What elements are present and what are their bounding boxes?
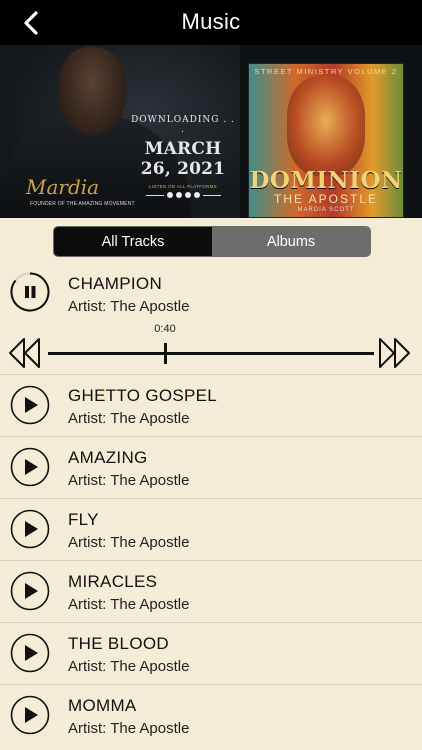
album-artist: THE APOSTLE	[273, 192, 379, 206]
apple-icon	[166, 192, 173, 198]
track-artist: Artist: The Apostle	[68, 658, 190, 675]
platform-icons	[128, 192, 238, 198]
now-playing-title: CHAMPION	[68, 274, 163, 293]
album-credit: MARDIA SCOTT	[297, 207, 355, 213]
play-icon[interactable]	[10, 571, 50, 611]
fast-forward-icon[interactable]	[376, 336, 412, 370]
track-title: GHETTO GOSPEL	[68, 386, 218, 405]
track-artist: Artist: The Apostle	[68, 596, 190, 613]
page-title: Music	[181, 9, 241, 34]
play-icon[interactable]	[10, 509, 50, 549]
track-title: AMAZING	[68, 448, 148, 467]
now-playing-artist: Artist: The Apostle	[68, 298, 190, 315]
release-date: MARCH 26, 2021	[140, 139, 226, 179]
promo-banner: Mardia FOUNDER OF THE AMAZING MOVEMENT D…	[0, 45, 422, 218]
track-row[interactable]: AMAZING Artist: The Apostle	[0, 436, 422, 498]
progress-bar[interactable]	[48, 352, 374, 355]
play-icon[interactable]	[10, 633, 50, 673]
tab-all-tracks[interactable]: All Tracks	[54, 227, 212, 256]
track-title: MIRACLES	[68, 572, 158, 591]
spotify-icon	[175, 192, 182, 198]
progress-thumb[interactable]	[164, 343, 168, 364]
track-artist: Artist: The Apostle	[68, 720, 190, 737]
track-title: MOMMA	[68, 696, 137, 715]
track-row[interactable]: GHETTO GOSPEL Artist: The Apostle	[0, 374, 422, 436]
track-title: FLY	[68, 510, 99, 529]
track-list: GHETTO GOSPEL Artist: The Apostle AMAZING A…	[0, 374, 422, 746]
track-title: THE BLOOD	[68, 634, 169, 653]
play-icon[interactable]	[10, 385, 50, 425]
founder-caption: FOUNDER OF THE AMAZING MOVEMENT	[30, 201, 135, 207]
soundcloud-icon	[184, 192, 191, 198]
play-icon[interactable]	[10, 447, 50, 487]
track-row[interactable]: MOMMA Artist: The Apostle	[0, 684, 422, 746]
elapsed-time: 0:40	[154, 323, 176, 335]
downloading-text: DOWNLOADING . . .	[131, 115, 235, 135]
album-subtitle: STREET MINISTRY VOLUME 2	[254, 67, 398, 76]
play-icon[interactable]	[10, 695, 50, 735]
track-artist: Artist: The Apostle	[68, 410, 190, 427]
track-row[interactable]: THE BLOOD Artist: The Apostle	[0, 622, 422, 684]
album-cover: STREET MINISTRY VOLUME 2 DOMINION THE AP…	[248, 63, 404, 218]
listen-text: LISTEN ON ALL PLATFORMS	[149, 184, 217, 189]
now-playing-row[interactable]: CHAMPION Artist: The Apostle	[0, 263, 422, 323]
segmented-control: All Tracks Albums	[53, 226, 371, 257]
youtube-icon	[193, 192, 200, 198]
track-row[interactable]: FLY Artist: The Apostle	[0, 498, 422, 560]
signature: Mardia	[26, 175, 100, 199]
tab-albums[interactable]: Albums	[212, 227, 370, 256]
track-artist: Artist: The Apostle	[68, 534, 190, 551]
header-bar: Music	[0, 0, 422, 45]
pause-icon[interactable]	[10, 272, 50, 312]
rewind-icon[interactable]	[7, 336, 43, 370]
album-title: DOMINION	[249, 167, 403, 194]
track-artist: Artist: The Apostle	[68, 472, 190, 489]
release-info: DOWNLOADING . . . MARCH 26, 2021 LISTEN …	[128, 115, 238, 198]
track-row[interactable]: MIRACLES Artist: The Apostle	[0, 560, 422, 622]
playback-controls	[0, 336, 422, 372]
